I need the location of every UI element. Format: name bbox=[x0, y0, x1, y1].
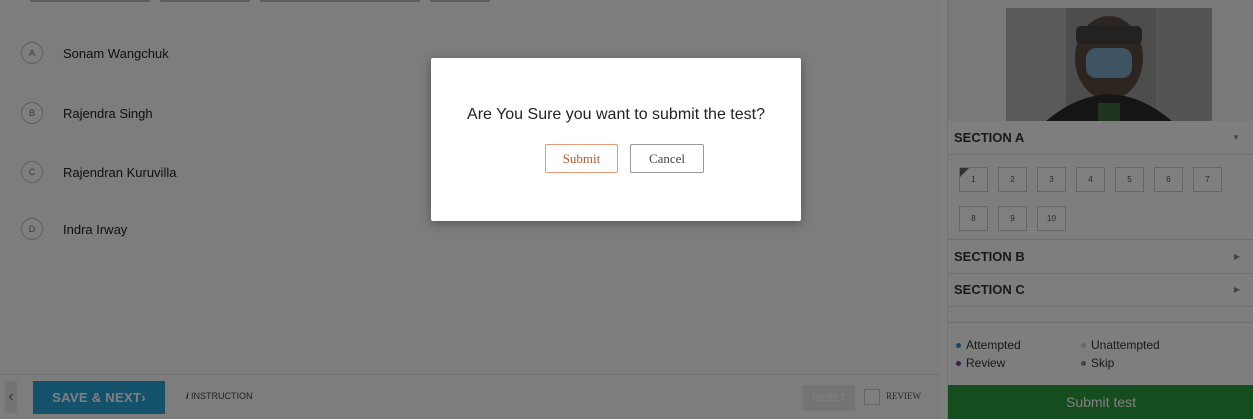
confirm-submit-dialog: Are You Sure you want to submit the test… bbox=[431, 58, 801, 221]
confirm-submit-button[interactable]: Submit bbox=[545, 144, 618, 173]
cancel-button[interactable]: Cancel bbox=[630, 144, 704, 173]
dialog-message: Are You Sure you want to submit the test… bbox=[467, 106, 765, 123]
